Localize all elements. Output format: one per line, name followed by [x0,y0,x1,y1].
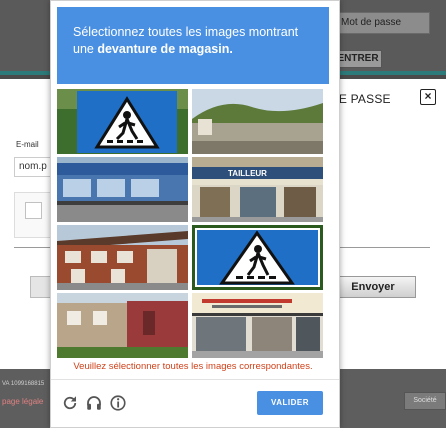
image-tile-6[interactable] [192,225,323,290]
image-tile-3[interactable] [57,157,188,222]
footer-button[interactable]: Société [404,392,446,410]
house-street-image [57,293,188,358]
image-tile-2[interactable] [192,89,323,154]
close-icon[interactable]: × [420,89,436,105]
image-tile-5[interactable] [57,225,188,290]
secondary-button[interactable] [30,276,52,298]
enter-button[interactable]: ENTRER [334,50,382,68]
refresh-icon[interactable] [61,394,79,412]
image-tile-8[interactable] [192,293,323,358]
instruction-header: Sélectionnez toutes les images montrant … [57,7,329,84]
headphones-icon[interactable] [85,394,103,412]
image-tile-1[interactable] [57,89,188,154]
legal-link[interactable]: page légale [2,397,43,406]
crosswalk-sign-image [192,225,323,290]
send-button[interactable]: Envoyer [330,276,416,298]
challenge-footer: VALIDER [51,379,339,428]
brick-house-image [57,225,188,290]
error-message: Veuillez sélectionner toutes les images … [73,361,313,372]
footer-text: VA 1099168815 [2,381,45,387]
captcha-challenge: Sélectionnez toutes les images montrant … [50,0,340,428]
recaptcha-checkbox[interactable] [25,202,42,219]
image-tile-4[interactable]: TAILLEUR [192,157,323,222]
info-icon[interactable] [109,394,127,412]
instruction-target: devanture de magasin. [97,42,233,56]
crosswalk-sign-image [57,89,188,154]
image-tile-7[interactable] [57,293,188,358]
storefront-image [57,157,188,222]
hillside-image [192,89,323,154]
storefront-shop-image [192,293,323,358]
verify-button[interactable]: VALIDER [257,391,323,415]
shop-sign-text: TAILLEUR [228,169,267,178]
password-field[interactable]: Mot de passe [334,12,430,34]
storefront-shop-image: TAILLEUR [192,157,323,222]
email-label: E-mail [16,140,39,149]
image-grid: TAILLEUR [57,89,323,359]
